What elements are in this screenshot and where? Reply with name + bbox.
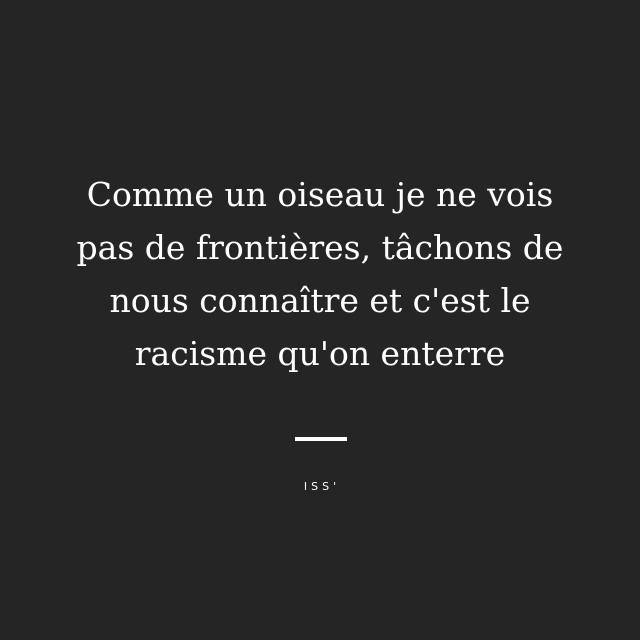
quote-line: racisme qu'on enterre — [134, 334, 506, 373]
quote-line: nous connaître et c'est le — [109, 281, 531, 320]
quote-card: Comme un oiseau je ne vois pas de fronti… — [0, 0, 640, 640]
divider-line — [295, 437, 347, 441]
author-name: ISS' — [303, 480, 341, 493]
quote-line: Comme un oiseau je ne vois — [86, 175, 554, 214]
quote-line: pas de frontières, tâchons de — [76, 228, 564, 267]
quote-text: Comme un oiseau je ne vois pas de fronti… — [40, 168, 600, 380]
